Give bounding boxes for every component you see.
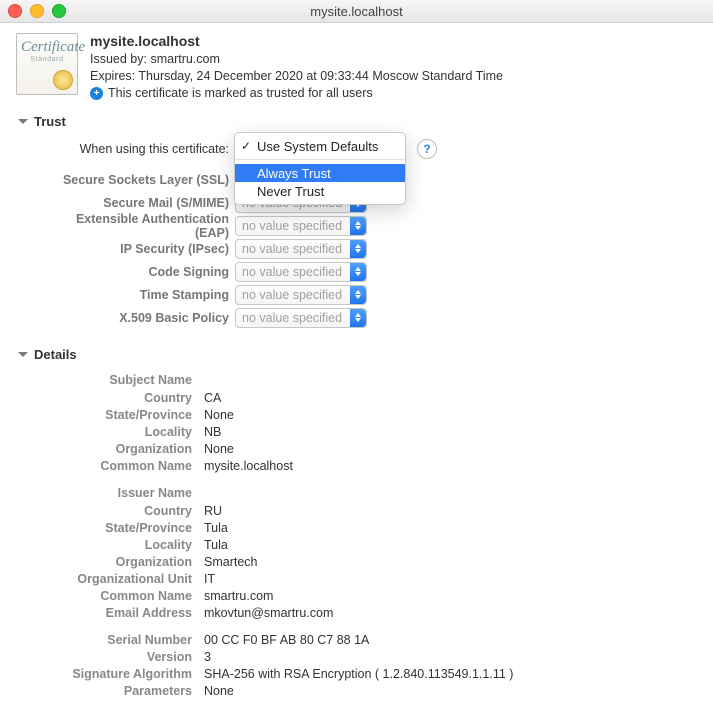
details-section-title: Details (34, 347, 77, 362)
issued-by-label: Issued by: (90, 52, 147, 66)
trusted-line: + This certificate is marked as trusted … (90, 85, 697, 102)
trust-row-label: Secure Sockets Layer (SSL) (44, 173, 229, 187)
issuer-org: Smartech (204, 554, 258, 571)
issuer-country-label: Country (44, 503, 192, 520)
trusted-text: This certificate is marked as trusted fo… (108, 85, 373, 102)
close-button[interactable] (8, 4, 22, 18)
issuer-email: mkovtun@smartru.com (204, 605, 333, 622)
version-value: 3 (204, 649, 211, 666)
help-button[interactable]: ? (417, 139, 437, 159)
subject-state: None (204, 407, 234, 424)
trust-row-label: Code Signing (44, 265, 229, 279)
trust-option-use-defaults[interactable]: Use System Defaults (235, 137, 405, 155)
certificate-common-name: mysite.localhost (90, 33, 697, 49)
trusted-plus-icon: + (90, 87, 103, 100)
subject-cn-label: Common Name (44, 458, 192, 475)
when-using-label: When using this certificate: (44, 142, 229, 156)
window-title: mysite.localhost (0, 4, 713, 19)
select-value: no value specified (236, 288, 350, 302)
subject-country-label: Country (44, 390, 192, 407)
chevron-updown-icon (350, 263, 366, 281)
codesigning-trust-select[interactable]: no value specified (235, 262, 367, 282)
trust-row-label: X.509 Basic Policy (44, 311, 229, 325)
trust-option-always-trust[interactable]: Always Trust (235, 164, 405, 182)
trust-row-label: IP Security (IPsec) (44, 242, 229, 256)
titlebar: mysite.localhost (0, 0, 713, 23)
params-value: None (204, 683, 234, 700)
issuer-state: Tula (204, 520, 228, 537)
trust-row-label: Secure Mail (S/MIME) (44, 196, 229, 210)
issuer-org-label: Organization (44, 554, 192, 571)
minimize-button[interactable] (30, 4, 44, 18)
chevron-updown-icon (350, 240, 366, 258)
subject-locality: NB (204, 424, 221, 441)
params-label: Parameters (44, 683, 192, 700)
fullscreen-button[interactable] (52, 4, 66, 18)
select-value: no value specified (236, 242, 350, 256)
ipsec-trust-select[interactable]: no value specified (235, 239, 367, 259)
issuer-locality-label: Locality (44, 537, 192, 554)
chevron-updown-icon (350, 217, 366, 235)
expires-line: Expires: Thursday, 24 December 2020 at 0… (90, 68, 697, 85)
x509-trust-select[interactable]: no value specified (235, 308, 367, 328)
select-value: no value specified (236, 219, 350, 233)
certificate-icon-word: Certificate (21, 40, 73, 54)
subject-locality-label: Locality (44, 424, 192, 441)
certificate-icon-sub: Standard (21, 56, 73, 63)
trust-row-label: Time Stamping (44, 288, 229, 302)
trust-row-label: Extensible Authentication (EAP) (44, 212, 229, 240)
certificate-seal-icon (53, 70, 73, 90)
disclosure-triangle-icon[interactable] (18, 119, 28, 124)
subject-cn: mysite.localhost (204, 458, 293, 475)
subject-country: CA (204, 390, 221, 407)
issuer-locality: Tula (204, 537, 228, 554)
chevron-updown-icon (350, 286, 366, 304)
serial-value: 00 CC F0 BF AB 80 C7 88 1A (204, 632, 369, 649)
subject-org-label: Organization (44, 441, 192, 458)
certificate-icon: Certificate Standard (16, 33, 78, 95)
eap-trust-select[interactable]: no value specified (235, 216, 367, 236)
details-section-header[interactable]: Details (16, 347, 697, 362)
traffic-lights (8, 4, 66, 18)
subject-org: None (204, 441, 234, 458)
trust-option-never-trust[interactable]: Never Trust (235, 182, 405, 200)
version-label: Version (44, 649, 192, 666)
chevron-updown-icon (350, 309, 366, 327)
issuer-email-label: Email Address (44, 605, 192, 622)
trust-section-title: Trust (34, 114, 66, 129)
issuer-country: RU (204, 503, 222, 520)
sigalg-value: SHA-256 with RSA Encryption ( 1.2.840.11… (204, 666, 513, 683)
select-value: no value specified (236, 311, 350, 325)
issuer-ou-label: Organizational Unit (44, 571, 192, 588)
certificate-header: Certificate Standard mysite.localhost Is… (16, 33, 697, 102)
issuer-name-title: Issuer Name (44, 485, 192, 502)
disclosure-triangle-icon[interactable] (18, 352, 28, 357)
issuer-cn-label: Common Name (44, 588, 192, 605)
issuer-ou: IT (204, 571, 215, 588)
select-value: no value specified (236, 265, 350, 279)
expires-label: Expires: (90, 69, 135, 83)
subject-state-label: State/Province (44, 407, 192, 424)
serial-label: Serial Number (44, 632, 192, 649)
issued-by-line: Issued by: smartru.com (90, 51, 697, 68)
expires-value: Thursday, 24 December 2020 at 09:33:44 M… (138, 69, 503, 83)
issued-by-value: smartru.com (150, 52, 219, 66)
sigalg-label: Signature Algorithm (44, 666, 192, 683)
issuer-cn: smartru.com (204, 588, 273, 605)
subject-name-title: Subject Name (44, 372, 192, 389)
timestamping-trust-select[interactable]: no value specified (235, 285, 367, 305)
trust-policy-dropdown[interactable]: Use System Defaults Always Trust Never T… (234, 132, 406, 205)
dropdown-separator (235, 159, 405, 160)
issuer-state-label: State/Province (44, 520, 192, 537)
trust-section-header[interactable]: Trust (16, 114, 697, 129)
